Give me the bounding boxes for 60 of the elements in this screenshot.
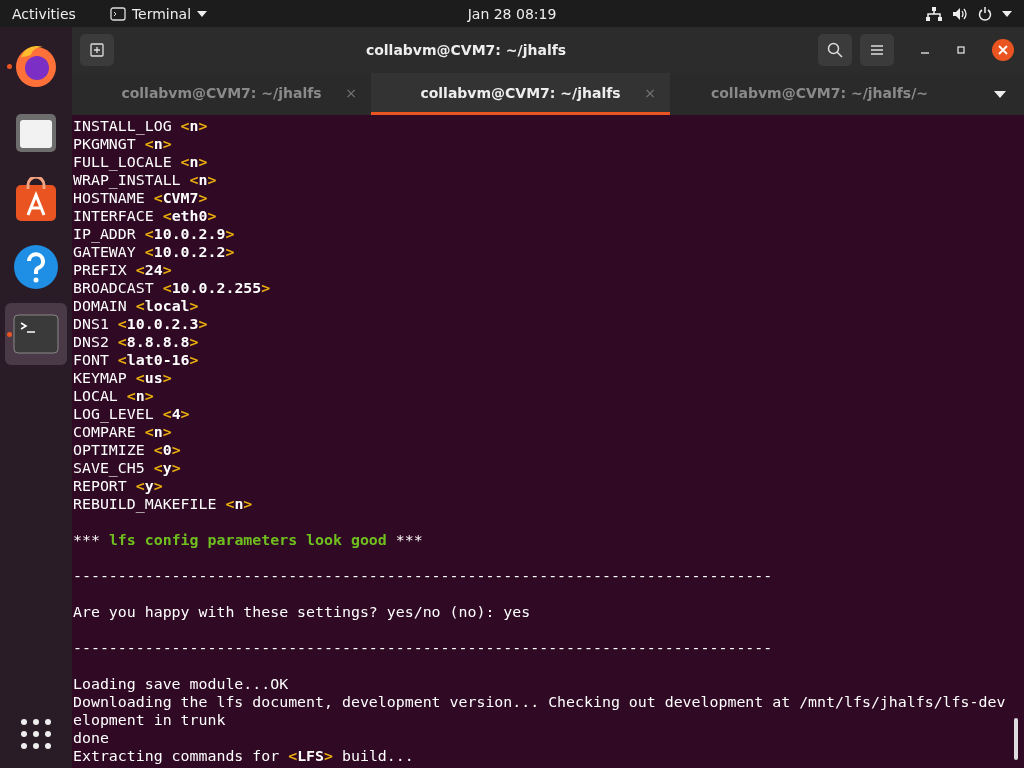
window-title: collabvm@CVM7: ~/jhalfs (364, 42, 568, 58)
close-icon[interactable] (992, 39, 1014, 61)
menu-icon (870, 44, 884, 56)
terminal-icon (109, 6, 126, 21)
volume-icon[interactable] (952, 6, 968, 21)
fox-globe-icon (13, 43, 59, 89)
new-tab-icon (90, 43, 104, 57)
output-line: PKGMNGT <n> (73, 135, 173, 153)
search-icon (827, 42, 843, 58)
output-line: DNS1 <10.0.2.3> (73, 315, 209, 333)
output-line: Extracting commands for <LFS> build... (73, 747, 415, 765)
output-line: INSTALL_LOG <n> (73, 117, 209, 135)
power-icon[interactable] (978, 6, 992, 21)
app-grid-icon[interactable] (20, 718, 52, 750)
menu-button[interactable] (860, 34, 894, 66)
app-menu[interactable]: Terminal (109, 5, 208, 22)
output-line: done (73, 729, 110, 747)
output-line: ------------------------------------------------------------------------------ (73, 639, 774, 657)
output-line: BROADCAST <10.0.2.255> (73, 279, 272, 297)
output-line: SAVE_CH5 <y> (73, 459, 182, 477)
output-line: LOCAL <n> (73, 387, 155, 405)
new-tab-button[interactable] (80, 34, 114, 66)
caret-icon (197, 10, 208, 17)
terminal-icon (13, 314, 59, 354)
shopping-bag-icon (13, 177, 59, 223)
tab[interactable]: collabvm@CVM7: ~/jhalfs/~ (670, 73, 969, 115)
maximize-icon[interactable] (956, 45, 966, 55)
clock[interactable]: Jan 28 08:19 (467, 5, 557, 22)
scrollbar[interactable] (1014, 718, 1018, 760)
help-icon (13, 244, 59, 290)
output-line: Loading save module...OK (73, 675, 290, 693)
tab[interactable]: collabvm@CVM7: ~/jhalfs × (72, 73, 371, 115)
output-line: WRAP_INSTALL <n> (73, 171, 218, 189)
output-line: KEYMAP <us> (73, 369, 173, 387)
output-line: REPORT <y> (73, 477, 164, 495)
output-line: COMPARE <n> (73, 423, 173, 441)
output-line: PREFIX <24> (73, 261, 173, 279)
output-line: DNS2 <8.8.8.8> (73, 333, 200, 351)
output-line: OPTIMIZE <0> (73, 441, 182, 459)
output-line: LOG_LEVEL <4> (73, 405, 191, 423)
folder-icon (14, 111, 58, 155)
caret-icon[interactable] (1002, 10, 1012, 17)
search-button[interactable] (818, 34, 852, 66)
output-line: FONT <lat0-16> (73, 351, 200, 369)
caret-icon[interactable] (994, 90, 1006, 98)
output-line: DOMAIN <local> (73, 297, 200, 315)
network-icon[interactable] (926, 6, 942, 21)
output-line: GATEWAY <10.0.2.2> (73, 243, 236, 261)
tab[interactable]: collabvm@CVM7: ~/jhalfs × (371, 73, 670, 115)
output-line: INTERFACE <eth0> (73, 207, 218, 225)
output-line: ------------------------------------------------------------------------------ (73, 567, 774, 585)
output-line: FULL_LOCALE <n> (73, 153, 209, 171)
output-line: IP_ADDR <10.0.2.9> (73, 225, 236, 243)
output-line: Downloading the lfs document, development version... Checking out development at /mnt/lfs/jhalfs/lfs-dev (73, 693, 1007, 711)
output-line: HOSTNAME <CVM7> (73, 189, 209, 207)
output-line: *** lfs config parameters look good *** (73, 531, 424, 549)
output-line: REBUILD_MAKEFILE <n> (73, 495, 254, 513)
output-line: elopment in trunk (73, 711, 227, 729)
activities-button[interactable]: Activities (12, 5, 76, 22)
output-line: Are you happy with these settings? yes/no (no): yes (73, 603, 532, 621)
